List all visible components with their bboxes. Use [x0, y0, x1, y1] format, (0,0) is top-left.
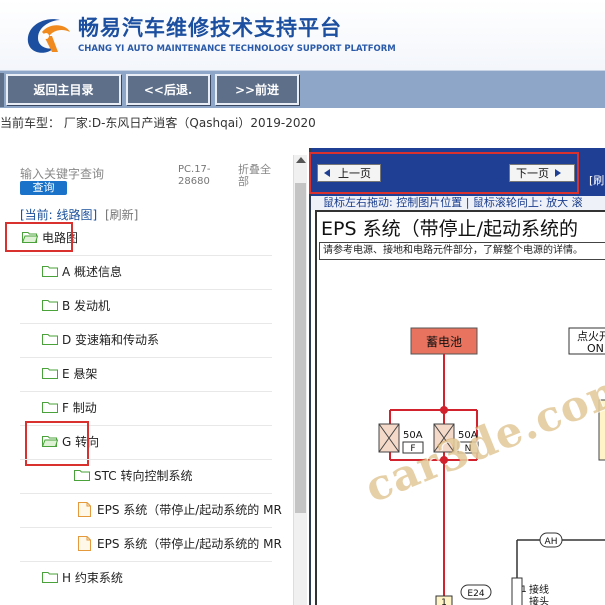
search-input[interactable]: 输入关键字查询 — [20, 165, 104, 182]
tree-item-a-overview[interactable]: A 概述信息 — [42, 260, 122, 282]
document-icon — [78, 501, 91, 517]
refresh-link[interactable]: [刷新] — [105, 206, 138, 223]
divider — [20, 459, 272, 460]
splice-label-1: 接线 — [529, 583, 549, 596]
divider — [20, 357, 272, 358]
battery-label: 蓄电池 — [426, 335, 462, 349]
diagram-note: 请参考电源、接地和电路元件部分，了解整个电源的详情。 — [319, 242, 605, 260]
brand-title: 畅易汽车维修技术支持平台 — [78, 16, 342, 40]
tree-item-label: A 概述信息 — [62, 264, 123, 279]
divider — [20, 323, 272, 324]
connector-ah-label: AH — [545, 537, 558, 547]
tree-item-label: F 制动 — [62, 400, 97, 415]
tree-item-b-engine[interactable]: B 发动机 — [42, 294, 110, 316]
tree-item-label: H 约束系统 — [62, 570, 123, 585]
tree-item-label: EPS 系统（带停止/起动系统的 MR — [97, 536, 282, 551]
tree-item-stc[interactable]: STC 转向控制系统 — [74, 464, 192, 486]
highlight-box-pager — [309, 152, 579, 194]
tree-item-label: STC 转向控制系统 — [94, 468, 193, 483]
divider — [20, 561, 272, 562]
viewer-hint: 鼠标左右拖动: 控制图片位置 | 鼠标滚轮向上: 放大 滚 — [311, 196, 605, 210]
tree-item-eps-2[interactable]: EPS 系统（带停止/起动系统的 MR — [78, 532, 282, 554]
app-root: 畅易汽车维修技术支持平台 CHANG YI AUTO MAINTENANCE T… — [0, 0, 605, 605]
folder-icon — [74, 469, 90, 481]
folder-icon — [42, 571, 58, 583]
tree-item-label: E 悬架 — [62, 366, 98, 381]
tree-item-label: D 变速箱和传动系 — [62, 332, 160, 347]
cy-logo-icon — [22, 12, 74, 60]
diagram-viewer: 上一页 下一页 [刷 鼠标左右拖动: 控制图片位置 | 鼠标滚轮向上: 放大 滚… — [309, 148, 605, 605]
folder-icon — [42, 265, 58, 277]
current-path-label: [当前: 线路图] — [20, 208, 98, 222]
folder-icon — [42, 333, 58, 345]
sidebar-tree: 输入关键字查询 查询 PC.17-28680 折叠全部 [当前: 线路图] [刷… — [0, 155, 305, 605]
fuse-1-rating: 50A — [403, 430, 423, 441]
search-button[interactable]: 查询 — [20, 181, 67, 195]
tree-item-label: B 发动机 — [62, 298, 111, 313]
fold-all-link[interactable]: 折叠全部 — [238, 164, 278, 188]
ignition-label-2: ON — [587, 342, 604, 355]
nav-bar: 返回主目录 <<后退. >>前进 — [0, 70, 605, 108]
forward-button[interactable]: >>前进 — [215, 74, 299, 105]
tree-item-eps-1[interactable]: EPS 系统（带停止/起动系统的 MR — [78, 498, 282, 520]
scrollbar-thumb[interactable] — [295, 183, 306, 513]
brand-subtitle: CHANG YI AUTO MAINTENANCE TECHNOLOGY SUP… — [78, 44, 396, 54]
pc-code-label: PC.17-28680 — [178, 164, 211, 187]
folder-icon — [42, 367, 58, 379]
back-button[interactable]: <<后退. — [126, 74, 210, 105]
viewer-refresh-link[interactable]: [刷 — [589, 172, 604, 188]
diagram-canvas[interactable]: EPS 系统（带停止/起动系统的 请参考电源、接地和电路元件部分，了解整个电源的… — [315, 210, 605, 605]
tree-item-d-transmission[interactable]: D 变速箱和传动系 — [42, 328, 159, 350]
highlight-box-circuit — [5, 222, 73, 252]
current-vehicle-label: 当前车型： 厂家:D-东风日产逍客（Qashqai）2019-2020 — [0, 116, 316, 130]
divider — [20, 289, 272, 290]
site-header: 畅易汽车维修技术支持平台 CHANG YI AUTO MAINTENANCE T… — [0, 0, 605, 70]
connector-e24-label: E24 — [467, 589, 484, 599]
tree-item-f-brakes[interactable]: F 制动 — [42, 396, 97, 418]
document-icon — [78, 535, 91, 551]
diagram-title: EPS 系统（带停止/起动系统的 — [321, 218, 578, 240]
home-button[interactable]: 返回主目录 — [6, 74, 121, 105]
sidebar-scrollbar[interactable] — [293, 155, 307, 605]
tree-item-h-restraint[interactable]: H 约束系统 — [42, 566, 123, 588]
folder-icon — [42, 299, 58, 311]
pin-number: 1 — [441, 598, 447, 605]
scroll-up-arrow-icon[interactable] — [296, 157, 306, 163]
divider — [20, 255, 272, 256]
pin-number-right: 1 — [521, 585, 527, 595]
divider — [20, 527, 272, 528]
divider — [20, 391, 272, 392]
tree-item-label: EPS 系统（带停止/起动系统的 MR — [97, 502, 282, 517]
splice-label-2: 接头 — [529, 595, 549, 605]
nav-divider — [0, 73, 4, 107]
tree-item-e-suspension[interactable]: E 悬架 — [42, 362, 97, 384]
folder-icon — [42, 401, 58, 413]
pager-bar: 上一页 下一页 [刷 — [309, 148, 605, 196]
divider — [20, 493, 272, 494]
